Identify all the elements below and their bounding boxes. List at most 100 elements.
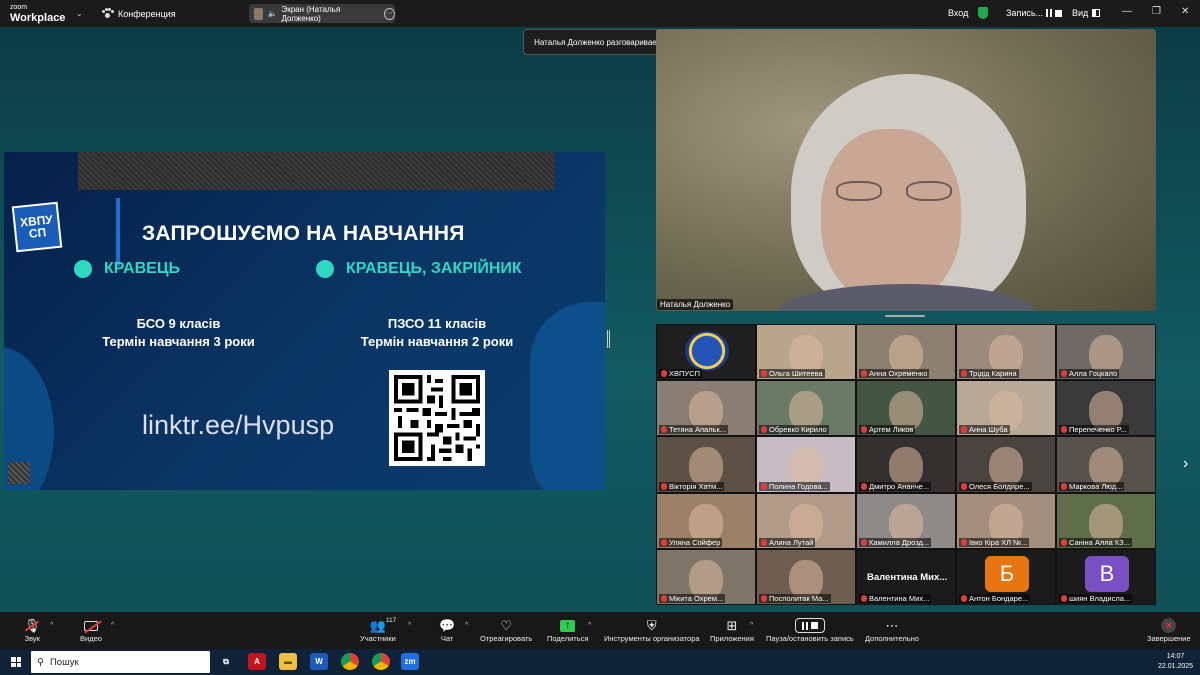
host-tools-button[interactable]: ⛨ Инструменты организатора [604, 617, 700, 644]
heart-icon: ♡ [500, 617, 512, 633]
signin-button[interactable]: Вход [948, 8, 968, 18]
participant-tile[interactable]: Трідід Карина [956, 324, 1056, 381]
participant-tile[interactable]: Тетяна Апальк... [656, 380, 756, 437]
search-placeholder: Пошук [49, 656, 79, 668]
share-button[interactable]: ↑ Поделиться [547, 617, 588, 643]
video-button[interactable]: Видео [80, 617, 102, 643]
participant-name: Ольга Шитеева [769, 369, 823, 379]
resize-handle[interactable] [885, 315, 925, 317]
react-button[interactable]: ♡ Отреагировать [480, 617, 532, 644]
participant-tile[interactable]: Дмитро Ананче... [856, 436, 956, 493]
splitter-handle[interactable] [607, 330, 610, 348]
participant-tile[interactable]: ХВПУСП [656, 324, 756, 381]
audio-label: Звук [24, 634, 40, 643]
chevron-down-icon[interactable]: ⌄ [76, 9, 83, 18]
restore-icon[interactable]: ❐ [1152, 6, 1161, 17]
program-right-line2: Термін навчання 2 роки [360, 334, 514, 349]
participant-tile[interactable]: Обревко Кирило [756, 380, 856, 437]
mic-muted-icon [861, 594, 867, 602]
next-page-arrow[interactable]: › [1183, 455, 1188, 473]
zoom-workplace-logo[interactable]: zoom Workplace [10, 3, 65, 24]
meeting-menu-button[interactable]: Конференция [102, 8, 176, 19]
system-clock[interactable]: 14:07 22.01.2025 [1158, 652, 1193, 672]
participant-tile[interactable]: Валентина Мих... Валентина Мих... [856, 548, 956, 605]
participant-name-tag: Івко Кіра ХЛ №... [959, 537, 1030, 547]
pause-stop-icon [794, 617, 825, 634]
more-options-icon[interactable]: ··· [383, 7, 396, 20]
participant-tile[interactable]: Посполитак Ма... [756, 548, 856, 605]
mic-muted-icon [961, 594, 967, 602]
participants-button[interactable]: 👥 117 Участники [360, 617, 396, 643]
mic-muted-icon [861, 370, 867, 378]
audio-button[interactable]: 🎙 Звук [24, 617, 41, 644]
pause-icon[interactable] [1046, 9, 1053, 17]
participant-tile[interactable]: Івко Кіра ХЛ №... [956, 492, 1056, 549]
video-options-caret[interactable]: ^ [111, 622, 114, 629]
program-left-line2: Термін навчання 3 роки [102, 334, 255, 349]
participant-tile[interactable]: Уляна Сойфер [656, 492, 756, 549]
participant-tile[interactable]: Вшиян Владисла... [1056, 548, 1156, 605]
more-button[interactable]: ⋯ Дополнительно [865, 617, 919, 644]
specialty-right-text: КРАВЕЦЬ, ЗАКРІЙНИК [346, 260, 522, 277]
chrome-icon[interactable] [341, 653, 359, 670]
file-explorer-icon[interactable]: ▬ [279, 653, 297, 670]
participant-tile[interactable]: Камилла Дрозд... [856, 492, 956, 549]
slide-accent-line [116, 198, 120, 266]
presenter-avatar [254, 7, 264, 20]
participant-name-tag: Ольга Шитеева [759, 369, 825, 379]
chat-options-caret[interactable]: ^ [465, 622, 468, 629]
mic-muted-icon [661, 594, 667, 602]
shared-screen-indicator[interactable]: 🔈 Экран (Наталья Долженко) ··· [249, 4, 396, 23]
pdf-reader-icon[interactable]: A [248, 653, 266, 670]
share-options-caret[interactable]: ^ [588, 622, 591, 629]
participant-tile[interactable]: Б Антон Бондаре... [956, 548, 1056, 605]
participant-tile[interactable]: Вікторія Хатм... [656, 436, 756, 493]
stop-icon[interactable] [1055, 9, 1063, 17]
participant-tile[interactable]: Анна Охременко [856, 324, 956, 381]
audio-options-caret[interactable]: ^ [50, 622, 53, 629]
chat-button[interactable]: 💬 Чат [439, 617, 456, 644]
participant-tile[interactable]: Анна Шуба [956, 380, 1056, 437]
participant-tile[interactable]: Ольга Шитеева [756, 324, 856, 381]
recording-indicator[interactable]: Запись... [1006, 8, 1063, 18]
zoom-taskbar-icon[interactable]: zm [401, 653, 419, 670]
participant-tile[interactable]: Полина Годова... [756, 436, 856, 493]
security-shield-icon[interactable] [978, 7, 988, 19]
participant-tile[interactable]: Олеся Болдире... [956, 436, 1056, 493]
participant-name-tag: Обревко Кирило [759, 425, 829, 435]
windows-start-icon[interactable] [11, 657, 21, 667]
apps-options-caret[interactable]: ^ [750, 622, 753, 629]
specialty-right: КРАВЕЦЬ, ЗАКРІЙНИК [316, 260, 522, 278]
participant-tile[interactable]: Алла Гоцкало [1056, 324, 1156, 381]
end-icon: × [1161, 617, 1177, 634]
chrome-icon[interactable] [372, 653, 390, 670]
taskbar-search[interactable]: ⚲ Пошук [31, 651, 210, 673]
participants-options-caret[interactable]: ^ [408, 622, 411, 629]
close-icon[interactable]: ✕ [1181, 6, 1189, 17]
view-button[interactable]: Вид [1072, 8, 1101, 18]
participant-tile[interactable]: Перепеченко Р... [1056, 380, 1156, 437]
participant-name-tag: Валентина Мих... [859, 593, 932, 603]
title-bar: zoom Workplace ⌄ Конференция 🔈 Экран (На… [0, 0, 1200, 27]
participant-name-tag: Вікторія Хатм... [659, 481, 725, 491]
participant-tile[interactable]: Мікита Охрем... [656, 548, 756, 605]
participant-tile[interactable]: Алина Лутай [756, 492, 856, 549]
participant-name-tag: Дмитро Ананче... [859, 481, 932, 491]
task-view-icon[interactable]: ⧉ [217, 653, 235, 670]
pause-recording-button[interactable]: Пауза/остановить запись [766, 617, 854, 643]
word-icon[interactable]: W [310, 653, 328, 670]
participant-tile[interactable]: Маркова Люд... [1056, 436, 1156, 493]
end-meeting-button[interactable]: × Завершение [1147, 617, 1191, 643]
chat-icon: 💬 [439, 617, 456, 633]
participant-tile[interactable]: Саніна Алла КЗ... [1056, 492, 1156, 549]
active-speaker-video[interactable]: Наталья Долженко [656, 29, 1156, 311]
participant-tile[interactable]: Артем Ликов [856, 380, 956, 437]
mic-muted-icon [861, 538, 867, 546]
participant-name-tag: Антон Бондаре... [959, 593, 1031, 603]
apps-button[interactable]: ⊞ Приложения [710, 617, 754, 644]
minimize-icon[interactable]: — [1122, 6, 1132, 17]
qr-code [389, 370, 485, 466]
participant-name: шиян Владисла... [1069, 593, 1131, 603]
mic-muted-icon [961, 426, 967, 434]
avatar-letter: Б [985, 555, 1029, 592]
